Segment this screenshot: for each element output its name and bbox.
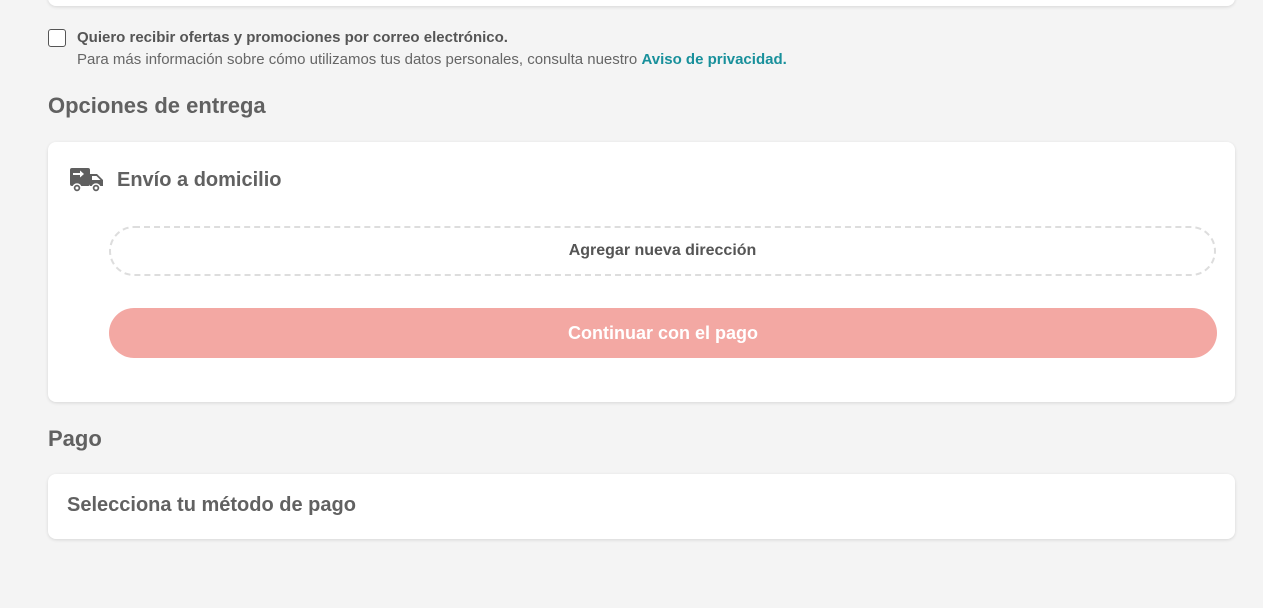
payment-section-title: Pago xyxy=(48,426,102,451)
newsletter-optin: Quiero recibir ofertas y promociones por… xyxy=(48,27,787,71)
newsletter-checkbox[interactable] xyxy=(48,29,66,47)
checkout-page: Quiero recibir ofertas y promociones por… xyxy=(0,0,1263,608)
continue-to-payment-button[interactable]: Continuar con el pago xyxy=(109,308,1217,358)
home-delivery-option: Envío a domicilio xyxy=(69,166,281,194)
privacy-notice-link[interactable]: Aviso de privacidad. xyxy=(641,51,786,68)
add-new-address-button[interactable]: Agregar nueva dirección xyxy=(109,226,1216,276)
home-delivery-label: Envío a domicilio xyxy=(117,168,282,191)
newsletter-text: Quiero recibir ofertas y promociones por… xyxy=(77,27,787,71)
delivery-section-title: Opciones de entrega xyxy=(48,93,266,118)
privacy-info-text: Para más información sobre cómo utilizam… xyxy=(77,51,638,68)
previous-card-edge xyxy=(48,0,1235,6)
truck-icon xyxy=(70,168,103,193)
payment-method-card[interactable]: Selecciona tu método de pago xyxy=(48,474,1235,539)
privacy-info: Para más información sobre cómo utilizam… xyxy=(77,49,787,71)
newsletter-label: Quiero recibir ofertas y promociones por… xyxy=(77,29,508,46)
select-payment-method-label: Selecciona tu método de pago xyxy=(67,494,356,516)
delivery-options-card: Envío a domicilio Agregar nueva direcció… xyxy=(48,142,1235,402)
